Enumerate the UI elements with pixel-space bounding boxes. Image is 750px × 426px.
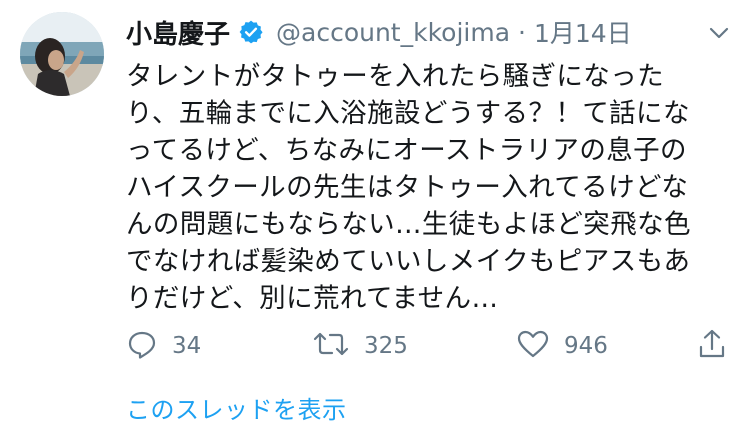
avatar[interactable] <box>20 12 104 96</box>
share-button[interactable] <box>696 328 728 364</box>
verified-badge-icon <box>238 19 264 45</box>
show-thread-link[interactable]: このスレッドを表示 <box>126 390 347 425</box>
tweet-header: 小島慶子 @account_kkojima · 1月14日 <box>126 12 632 52</box>
chevron-down-icon[interactable] <box>706 20 732 46</box>
reply-button[interactable]: 34 <box>126 328 201 364</box>
reply-icon <box>126 328 158 364</box>
share-icon <box>696 327 728 365</box>
retweet-count: 325 <box>364 333 408 359</box>
tweet-card[interactable]: 小島慶子 @account_kkojima · 1月14日 タレントがタトゥーを… <box>0 0 750 426</box>
separator-dot: · <box>518 17 526 47</box>
display-name[interactable]: 小島慶子 <box>126 14 230 51</box>
tweet-text: タレントがタトゥーを入れたら騒ぎになった り、五輪までに入浴施設どうする？！て話… <box>126 61 691 314</box>
retweet-icon <box>312 328 350 364</box>
reply-count: 34 <box>172 333 202 359</box>
retweet-button[interactable]: 325 <box>312 328 408 364</box>
avatar-photo <box>20 12 104 96</box>
user-handle[interactable]: @account_kkojima <box>276 18 510 47</box>
tweet-date[interactable]: 1月14日 <box>534 14 632 50</box>
tweet-actions: 34 325 946 <box>126 328 736 364</box>
heart-icon <box>516 328 550 364</box>
like-count: 946 <box>564 333 608 359</box>
like-button[interactable]: 946 <box>516 328 608 364</box>
